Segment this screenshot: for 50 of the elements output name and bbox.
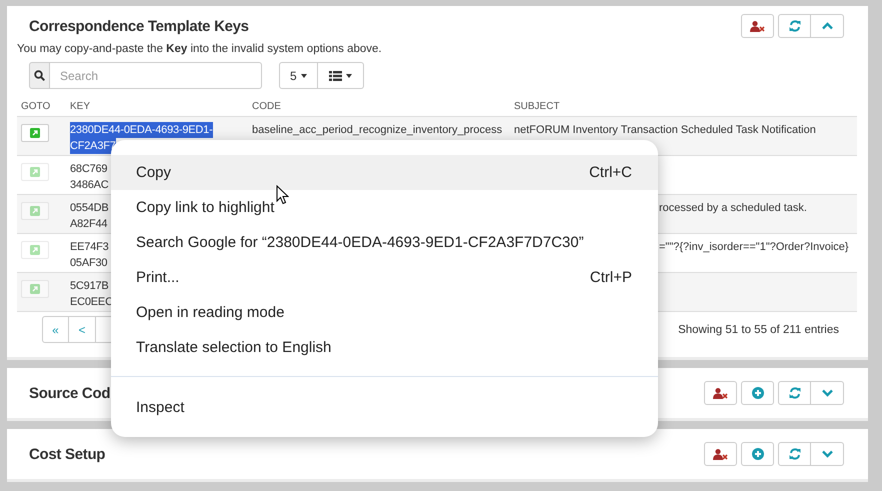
collapse-button[interactable]: [811, 14, 844, 38]
menu-item[interactable]: Inspect: [111, 390, 658, 425]
subject-cell: rocessed by a scheduled task.: [659, 202, 807, 214]
panel-title: Correspondence Template Keys: [29, 18, 249, 34]
refresh-button[interactable]: [778, 381, 811, 405]
shortcut-text: Ctrl+C: [589, 164, 632, 181]
mouse-cursor-icon: [276, 185, 289, 205]
refresh-button[interactable]: [778, 442, 811, 466]
search-icon: [34, 70, 45, 81]
external-link-icon: [30, 284, 40, 294]
caret-icon: [300, 74, 307, 78]
refresh-icon: [788, 20, 800, 32]
remove-user-button[interactable]: [741, 14, 774, 38]
description-text: You may copy-and-paste the Key into the invalid system options above.: [17, 43, 383, 55]
refresh-icon: [788, 448, 800, 460]
menu-item[interactable]: Copy Ctrl+C: [111, 155, 658, 190]
subject-cell: netFORUM Inventory Transaction Scheduled Task Notification: [514, 124, 816, 136]
list-icon: [328, 70, 342, 80]
external-link-icon: [30, 128, 40, 138]
entries-info: Showing 51 to 55 of 211 entries: [678, 324, 839, 336]
shortcut-text: Ctrl+P: [590, 269, 632, 286]
menu-item[interactable]: Translate selection to English: [111, 330, 658, 365]
refresh-button[interactable]: [778, 14, 811, 38]
add-button[interactable]: [741, 381, 774, 405]
external-link-icon: [30, 245, 40, 255]
caret-icon: [346, 74, 352, 78]
add-icon: [752, 387, 764, 399]
panel-title: Source Cod: [29, 384, 112, 402]
remove-user-icon: [750, 20, 765, 32]
chevron-down-icon: [822, 450, 832, 458]
remove-user-button[interactable]: [704, 442, 737, 466]
remove-user-icon: [713, 448, 728, 460]
columns-dropdown[interactable]: [318, 62, 364, 89]
expand-button[interactable]: [811, 381, 844, 405]
refresh-icon: [788, 387, 800, 399]
remove-user-button[interactable]: [704, 381, 737, 405]
code-cell: baseline_acc_period_recognize_inventory_process: [252, 124, 502, 136]
chevron-up-icon: [822, 22, 832, 30]
search-field[interactable]: Search: [50, 62, 262, 89]
external-link-icon: [30, 167, 40, 177]
subject-cell: =""?{?inv_isorder=="1"?Order?Invoice}: [659, 241, 849, 253]
expand-button[interactable]: [811, 442, 844, 466]
remove-user-icon: [713, 388, 728, 398]
add-icon: [752, 448, 764, 460]
panel-title: Cost Setup: [29, 446, 106, 462]
goto-button[interactable]: [21, 124, 49, 142]
add-button[interactable]: [741, 442, 774, 466]
external-link-icon: [30, 206, 40, 216]
page-size-dropdown[interactable]: 5: [279, 62, 318, 89]
chevron-down-icon: [822, 389, 832, 397]
